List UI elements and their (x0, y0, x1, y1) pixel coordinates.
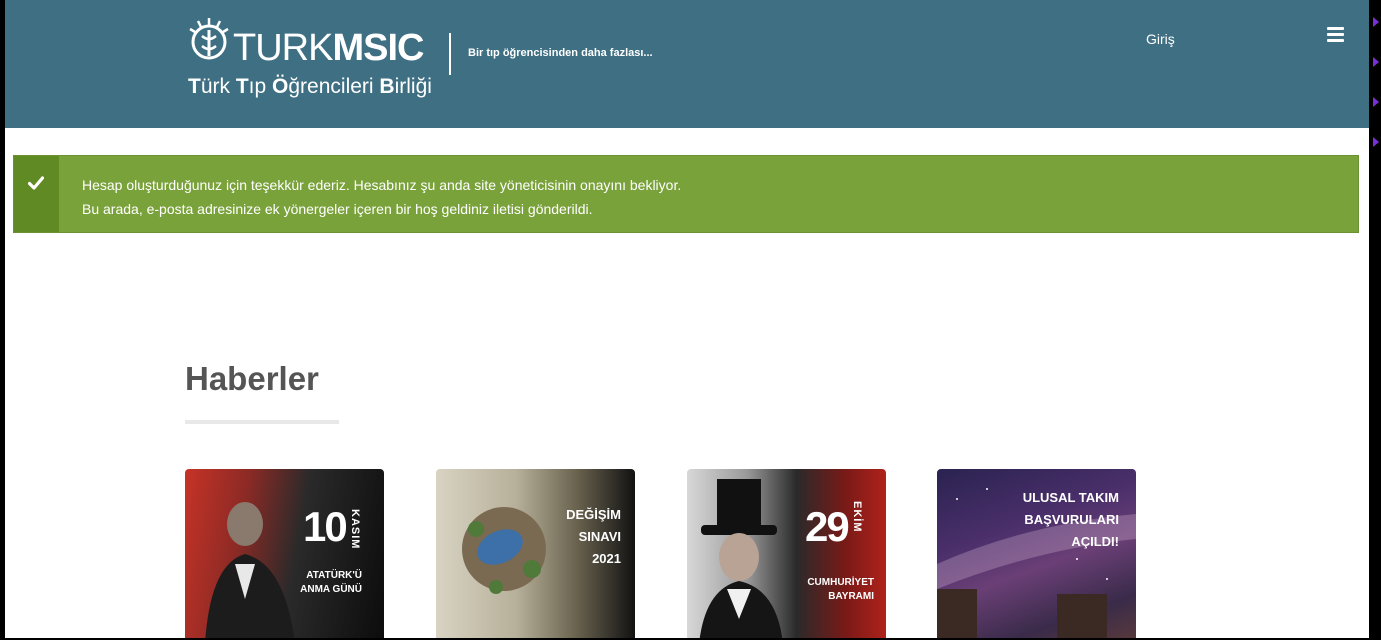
check-icon (28, 176, 44, 190)
news-card[interactable]: 29 EKİM CUMHURİYET BAYRAMI (687, 469, 886, 638)
news-card[interactable]: DEĞİŞİM SINAVI 2021 (436, 469, 635, 638)
turkmsic-logo[interactable]: TURKMSIC Türk Tıp Öğrencileri Birliği (185, 16, 435, 102)
logo-subtitle: Türk Tıp Öğrencileri Birliği (188, 75, 432, 98)
news-section-title: Haberler (185, 360, 319, 397)
status-message: Hesap oluşturduğunuz için teşekkür ederi… (13, 155, 1359, 233)
edge-marker (1373, 97, 1379, 107)
site-header: TURKMSIC Türk Tıp Öğrencileri Birliği Bi… (5, 0, 1369, 128)
alert-line-2: Bu arada, e-posta adresinize ek yönergel… (82, 201, 593, 217)
logo-wordmark: TURKMSIC (233, 27, 424, 69)
hamburger-menu-icon[interactable] (1325, 25, 1347, 45)
portrait-image (699, 479, 783, 638)
edge-marker (1373, 57, 1379, 67)
card-month: EKİM (851, 501, 863, 533)
card-caption: CUMHURİYET BAYRAMI (807, 577, 874, 602)
card-day-number: 29 (805, 503, 850, 550)
alert-icon-box (14, 156, 59, 232)
emblem-icon (189, 18, 229, 60)
news-card[interactable]: ULUSAL TAKIM BAŞVURULARI AÇILDI! (937, 469, 1136, 638)
alert-line-1: Hesap oluşturduğunuz için teşekkür ederi… (82, 177, 682, 193)
card-month: KASIM (349, 509, 361, 550)
page: TURKMSIC Türk Tıp Öğrencileri Birliği Bi… (5, 0, 1369, 638)
news-card[interactable]: 10 KASIM ATATÜRK'Ü ANMA GÜNÜ (185, 469, 384, 638)
login-link[interactable]: Giriş (1146, 31, 1175, 47)
header-divider (449, 33, 451, 75)
site-slogan: Bir tıp öğrencisinden daha fazlası... (468, 47, 653, 59)
card-headline: ULUSAL TAKIM BAŞVURULARI AÇILDI! (1022, 490, 1119, 549)
edge-marker (1373, 137, 1379, 147)
alert-text: Hesap oluşturduğunuz için teşekkür ederi… (82, 173, 681, 221)
card-day-number: 10 (303, 503, 348, 550)
card-caption: ATATÜRK'Ü ANMA GÜNÜ (300, 570, 362, 595)
edge-marker (1373, 17, 1379, 27)
card-headline: DEĞİŞİM SINAVI 2021 (566, 507, 621, 566)
portrait-image (205, 502, 295, 638)
title-underline (185, 420, 339, 424)
